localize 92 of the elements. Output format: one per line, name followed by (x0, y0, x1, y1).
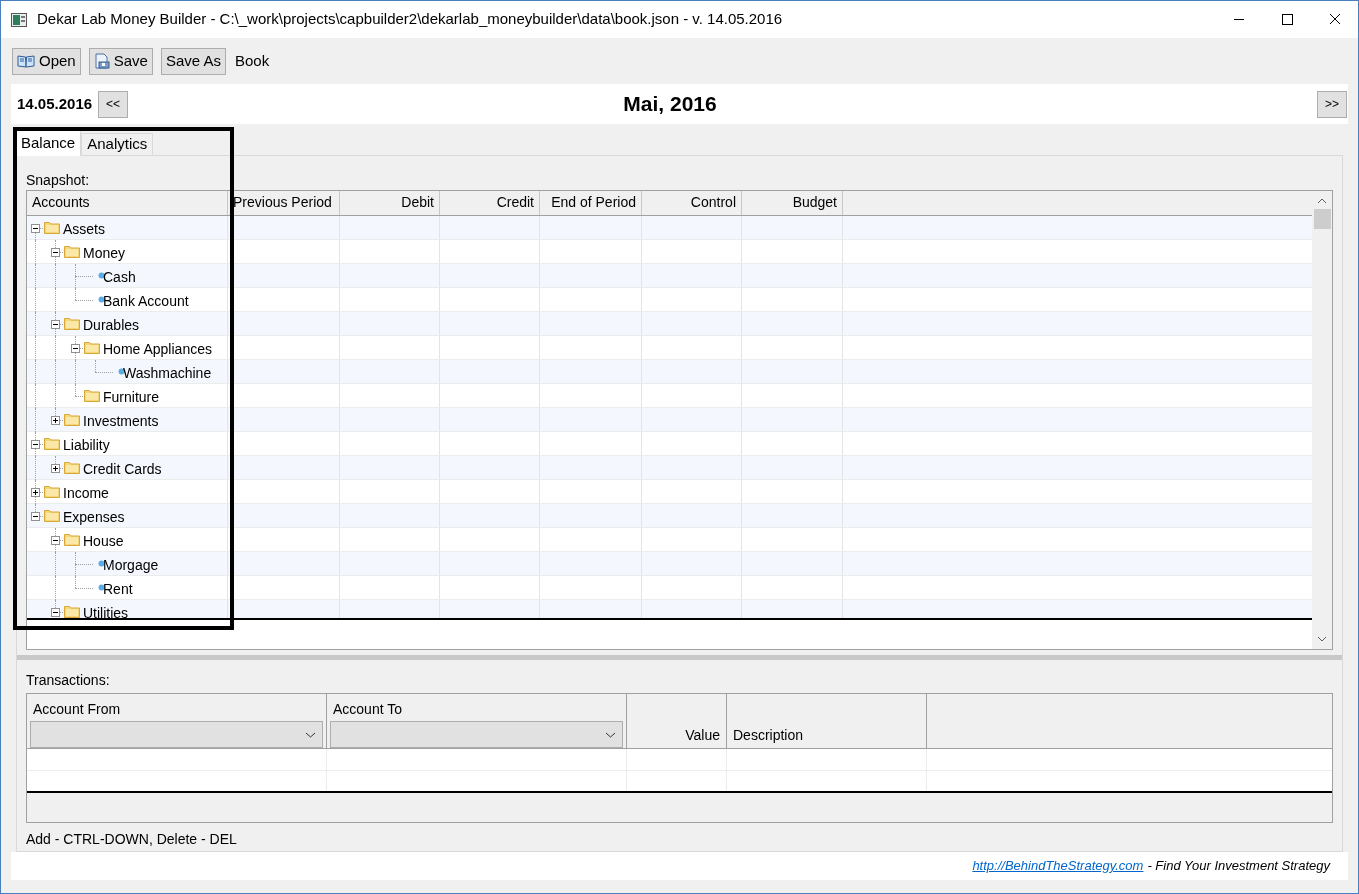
folder-icon (44, 437, 60, 450)
tree-item[interactable]: Utilities (83, 603, 129, 618)
date-label: 14.05.2016 (17, 93, 93, 114)
folder-icon (44, 485, 60, 498)
account-dot-icon (98, 296, 105, 303)
tree-item[interactable]: House (83, 531, 124, 552)
scroll-up-icon[interactable] (1317, 198, 1327, 204)
scrollbar-thumb[interactable] (1313, 209, 1331, 229)
expand-icon[interactable] (51, 416, 60, 425)
tree-item[interactable]: Furniture (103, 387, 160, 408)
folder-icon (44, 221, 60, 234)
minus-icon (52, 249, 59, 256)
month-title: Mai, 2016 (623, 91, 717, 118)
account-dot-icon (98, 272, 105, 279)
tree-item[interactable]: Assets (63, 219, 105, 240)
column-header[interactable]: Previous Period (228, 191, 340, 215)
tree-item[interactable]: Morgage (103, 555, 159, 576)
collapse-icon[interactable] (51, 248, 60, 257)
tree-item[interactable]: Cash (103, 267, 136, 288)
column-header[interactable]: Accounts (27, 191, 228, 215)
account-dot-icon (98, 560, 105, 567)
minus-icon (32, 513, 39, 520)
tree-item[interactable]: Bank Account (103, 291, 189, 312)
collapse-icon[interactable] (31, 440, 40, 449)
previous-month-button[interactable]: << (98, 90, 129, 118)
save-button[interactable]: Save (88, 47, 153, 75)
tagline: - Find Your Investment Strategy (1147, 857, 1330, 876)
minus-icon (52, 321, 59, 328)
folder-icon (44, 509, 60, 522)
column-header[interactable]: Account To (333, 699, 625, 717)
minus-icon (72, 345, 79, 352)
column-header[interactable]: End of Period (540, 191, 642, 215)
website-link[interactable]: http://BehindTheStrategy.com (972, 856, 1144, 876)
next-month-button[interactable]: >> (1317, 90, 1347, 118)
tree-item[interactable]: Money (83, 243, 126, 264)
book-icon (17, 54, 35, 68)
collapse-icon[interactable] (51, 608, 60, 617)
column-header[interactable]: Description (728, 725, 809, 746)
collapse-icon[interactable] (51, 536, 60, 545)
save-icon (93, 53, 110, 69)
tree-item[interactable]: Rent (103, 579, 133, 600)
tree-item[interactable]: Liability (63, 435, 110, 456)
minus-icon (32, 225, 39, 232)
tree-item[interactable]: Expenses (63, 507, 125, 528)
open-button[interactable]: Open (12, 47, 81, 75)
section-label: Snapshot: (26, 171, 91, 190)
column-header[interactable]: Debit (340, 191, 440, 215)
expand-icon[interactable] (31, 488, 40, 497)
folder-icon (64, 413, 80, 426)
collapse-icon[interactable] (31, 224, 40, 233)
scroll-down-icon[interactable] (1317, 636, 1327, 642)
tree-item[interactable]: Income (63, 483, 109, 504)
collapse-icon[interactable] (51, 320, 60, 329)
tree-item[interactable]: Credit Cards (83, 459, 162, 480)
chevron-down-icon (305, 731, 316, 738)
expand-icon[interactable] (51, 464, 60, 473)
tab[interactable]: Balance (15, 130, 82, 156)
plus-icon (32, 489, 39, 496)
folder-icon (64, 461, 80, 474)
collapse-icon[interactable] (31, 512, 40, 521)
tree-item[interactable]: Washmachine (123, 363, 212, 384)
account-dot-icon (98, 584, 105, 591)
tree-item[interactable]: Investments (83, 411, 159, 432)
minus-icon (52, 537, 59, 544)
tree-item[interactable]: Home Appliances (103, 339, 212, 360)
book-label: Book (234, 50, 270, 71)
folder-icon (64, 605, 80, 618)
column-header[interactable]: Control (642, 191, 742, 215)
tab[interactable]: Analytics (81, 133, 154, 155)
folder-icon (64, 317, 80, 330)
column-header[interactable]: Budget (742, 191, 843, 215)
tree-item[interactable]: Durables (83, 315, 140, 336)
plus-icon (52, 417, 59, 424)
save-as-button[interactable]: Save As (160, 47, 226, 75)
folder-icon (84, 341, 100, 354)
folder-icon (64, 245, 80, 258)
scrollbar[interactable] (1312, 191, 1332, 649)
folder-icon (84, 389, 100, 402)
section-label: Transactions: (26, 671, 111, 688)
chevron-down-icon (605, 731, 616, 738)
shortcut-hint: Add - CTRL-DOWN, Delete - DEL (26, 830, 238, 849)
minus-icon (52, 609, 59, 616)
column-header[interactable]: Account From (33, 699, 325, 717)
minus-icon (32, 441, 39, 448)
plus-icon (52, 465, 59, 472)
collapse-icon[interactable] (71, 344, 80, 353)
account-dot-icon (118, 368, 125, 375)
column-header[interactable]: Value (680, 725, 725, 746)
column-header[interactable]: Credit (440, 191, 540, 215)
window-title: Dekar Lab Money Builder - C:\_work\projects\capbuilder2\dekarlab_moneybuilder\data\book.json - v. 14.05.2016 (37, 9, 783, 30)
folder-icon (64, 533, 80, 546)
app-icon (11, 12, 27, 27)
